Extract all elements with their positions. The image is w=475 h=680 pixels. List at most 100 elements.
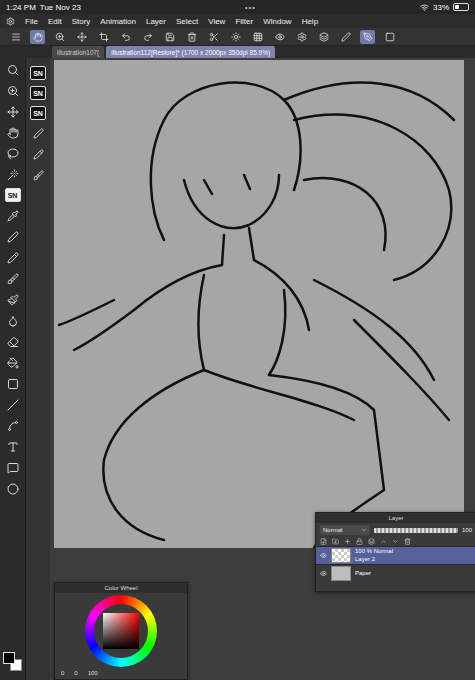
tool-button[interactable]: [4, 83, 22, 98]
command-icon: [121, 32, 131, 42]
sub-tool-button[interactable]: [29, 168, 47, 183]
tool-button[interactable]: [4, 460, 22, 475]
menu-item[interactable]: Edit: [48, 17, 62, 26]
command-button[interactable]: [52, 30, 67, 44]
document-tab[interactable]: illustration107(: [52, 46, 104, 58]
command-button[interactable]: [316, 30, 331, 44]
tool-button[interactable]: [4, 208, 22, 223]
tool-button[interactable]: [4, 397, 22, 412]
opacity-slider[interactable]: [374, 528, 458, 533]
tool-button[interactable]: [4, 271, 22, 286]
command-icon: [385, 32, 395, 42]
layer-action-icon[interactable]: [356, 538, 363, 545]
layer-action-icon[interactable]: [380, 538, 387, 545]
command-button[interactable]: [140, 30, 155, 44]
tool-icon: [7, 231, 19, 243]
layer-thumbnail: [331, 548, 351, 563]
tool-button[interactable]: [4, 292, 22, 307]
layer-action-icon[interactable]: [332, 538, 339, 545]
menu-item[interactable]: Help: [302, 17, 318, 26]
command-button[interactable]: [338, 30, 353, 44]
layer-action-icon[interactable]: [320, 538, 327, 545]
command-button[interactable]: [382, 30, 397, 44]
color-wheel[interactable]: [85, 595, 157, 667]
app-icon[interactable]: [6, 17, 15, 26]
visibility-icon[interactable]: [320, 552, 327, 559]
tool-button[interactable]: [4, 418, 22, 433]
menu-item[interactable]: Layer: [146, 17, 166, 26]
battery-icon: [453, 3, 469, 11]
tool-button[interactable]: [4, 334, 22, 349]
sub-tool-button[interactable]: [29, 126, 47, 141]
sub-tool[interactable]: SN: [30, 86, 46, 100]
command-button[interactable]: [228, 30, 243, 44]
tool-button[interactable]: [4, 439, 22, 454]
tool-icon: [7, 378, 19, 390]
command-button[interactable]: [162, 30, 177, 44]
command-icon: [231, 32, 241, 42]
command-bar: [0, 28, 475, 46]
sub-tool-button[interactable]: [29, 147, 47, 162]
layer-row[interactable]: 100 % NormalLayer 2: [316, 546, 475, 564]
sub-tool-icon: [33, 170, 44, 181]
tool-button[interactable]: [4, 481, 22, 496]
tool-button[interactable]: [4, 125, 22, 140]
tool-button[interactable]: [4, 355, 22, 370]
layer-actions: [316, 537, 475, 546]
visibility-icon[interactable]: [320, 570, 327, 577]
sub-tool[interactable]: SN: [30, 66, 46, 80]
status-time: 1:24 PM: [6, 3, 36, 12]
app-screen: 1:24 PMTue Nov 23•••33%FileEditStoryAnim…: [0, 0, 475, 680]
command-button[interactable]: [272, 30, 287, 44]
menu-item[interactable]: Story: [72, 17, 91, 26]
command-button[interactable]: [30, 30, 45, 44]
tool-button[interactable]: [4, 146, 22, 161]
tool-button[interactable]: [4, 313, 22, 328]
sketch-drawing: [54, 60, 464, 548]
tool-button[interactable]: [4, 376, 22, 391]
command-button[interactable]: [96, 30, 111, 44]
command-icon: [275, 32, 285, 42]
command-button[interactable]: [118, 30, 133, 44]
menu-item[interactable]: Window: [263, 17, 291, 26]
command-button[interactable]: [8, 30, 23, 44]
layer-action-icon[interactable]: [368, 538, 375, 545]
workspace: Color Wheel00100LayerNormal100100 % Norm…: [50, 58, 475, 680]
tool-icon: [7, 85, 19, 97]
layer-row[interactable]: Paper: [316, 564, 475, 582]
command-button[interactable]: [206, 30, 221, 44]
layer-action-icon[interactable]: [344, 538, 351, 545]
menu-item[interactable]: File: [25, 17, 38, 26]
layer-name: Layer 2: [355, 556, 393, 563]
command-button[interactable]: [250, 30, 265, 44]
canvas[interactable]: [54, 60, 464, 548]
command-icon: [341, 32, 351, 42]
color-swatches[interactable]: [3, 652, 23, 672]
menu-item[interactable]: Filter: [235, 17, 253, 26]
tool-button[interactable]: [4, 229, 22, 244]
main-color[interactable]: [3, 652, 15, 664]
command-icon: [11, 32, 21, 42]
blend-mode-select[interactable]: Normal: [320, 525, 370, 535]
command-icon: [99, 32, 109, 42]
tool-button[interactable]: [4, 167, 22, 182]
menu-item[interactable]: Animation: [100, 17, 136, 26]
command-button[interactable]: [74, 30, 89, 44]
command-button[interactable]: [360, 30, 375, 44]
layer-action-icon[interactable]: [404, 538, 411, 545]
tool-button[interactable]: [4, 104, 22, 119]
brush-tool[interactable]: SN: [5, 188, 21, 202]
multitask-dots[interactable]: •••: [245, 3, 256, 12]
tool-button[interactable]: [4, 62, 22, 77]
command-button[interactable]: [294, 30, 309, 44]
saturation-value-box[interactable]: [103, 613, 139, 649]
document-tab[interactable]: illustration112[Restore]* (1700 x 2000px…: [106, 46, 275, 58]
layer-action-icon[interactable]: [392, 538, 399, 545]
menu-item[interactable]: View: [208, 17, 225, 26]
command-icon: [297, 32, 307, 42]
sub-tool[interactable]: SN: [30, 106, 46, 120]
command-button[interactable]: [184, 30, 199, 44]
sub-tool-icon: [33, 149, 44, 160]
menu-item[interactable]: Select: [176, 17, 198, 26]
tool-button[interactable]: [4, 250, 22, 265]
